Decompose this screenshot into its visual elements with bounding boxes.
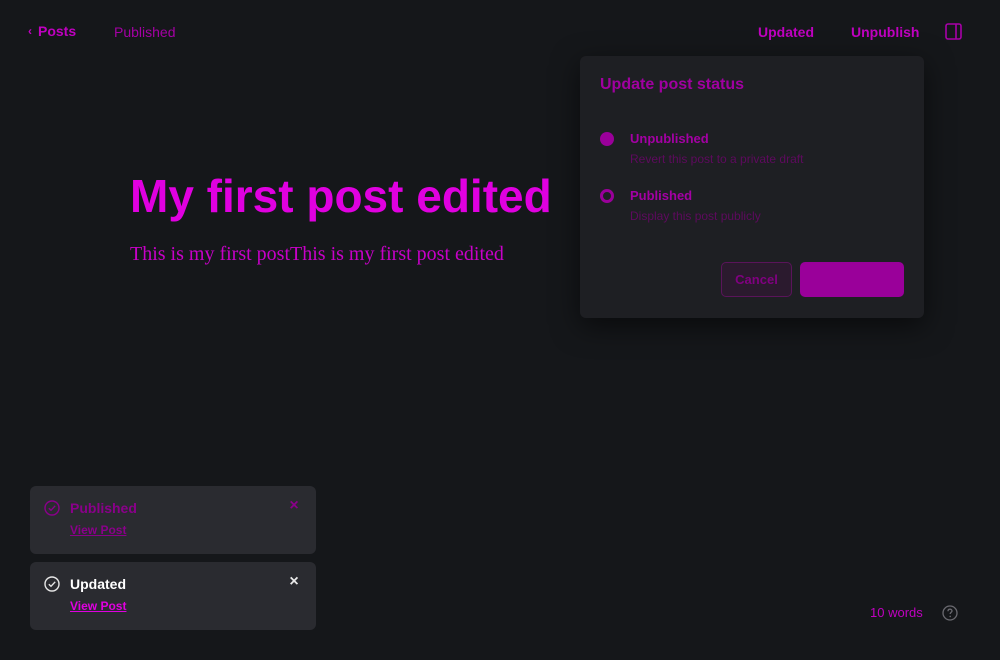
option-description: Display this post publicly — [630, 209, 761, 223]
radio-selected-icon[interactable] — [600, 132, 614, 146]
check-circle-icon — [44, 576, 60, 592]
toast-title: Published — [70, 500, 137, 516]
post-body-text[interactable]: This is my first postThis is my first po… — [130, 241, 504, 267]
back-to-posts-link[interactable]: ‹ Posts — [28, 23, 76, 39]
view-post-link[interactable]: View Post — [70, 523, 126, 537]
post-status-text: Published — [114, 24, 176, 40]
close-icon[interactable]: × — [286, 574, 302, 590]
post-title[interactable]: My first post edited — [130, 168, 552, 224]
word-count: 10 words — [870, 605, 923, 620]
close-icon[interactable]: × — [286, 498, 302, 514]
help-circle-icon[interactable] — [942, 605, 958, 621]
sidebar-toggle-icon[interactable] — [945, 23, 962, 40]
view-post-link[interactable]: View Post — [70, 599, 126, 613]
update-button[interactable]: Updated — [758, 24, 814, 40]
toast-notification: Updated View Post × — [30, 562, 316, 630]
toast-title: Updated — [70, 576, 126, 592]
cancel-button[interactable]: Cancel — [721, 262, 792, 297]
toast-notification: Published View Post × — [30, 486, 316, 554]
popover-title: Update post status — [600, 76, 745, 93]
back-label: Posts — [38, 23, 77, 39]
option-label: Published — [630, 188, 693, 203]
editor-topbar: ‹ Posts Published Updated Unpublish — [0, 0, 1000, 64]
check-circle-icon — [44, 500, 60, 516]
radio-unselected-icon[interactable] — [600, 189, 614, 203]
unpublish-button[interactable]: Unpublish — [851, 24, 919, 40]
confirm-status-button[interactable] — [800, 262, 904, 297]
post-editor-page: ‹ Posts Published Updated Unpublish My f… — [0, 0, 1000, 660]
update-status-popover: Update post status Unpublished Revert th… — [580, 56, 924, 318]
option-label: Unpublished — [630, 131, 709, 146]
chevron-left-icon: ‹ — [28, 24, 32, 38]
option-description: Revert this post to a private draft — [630, 152, 804, 166]
